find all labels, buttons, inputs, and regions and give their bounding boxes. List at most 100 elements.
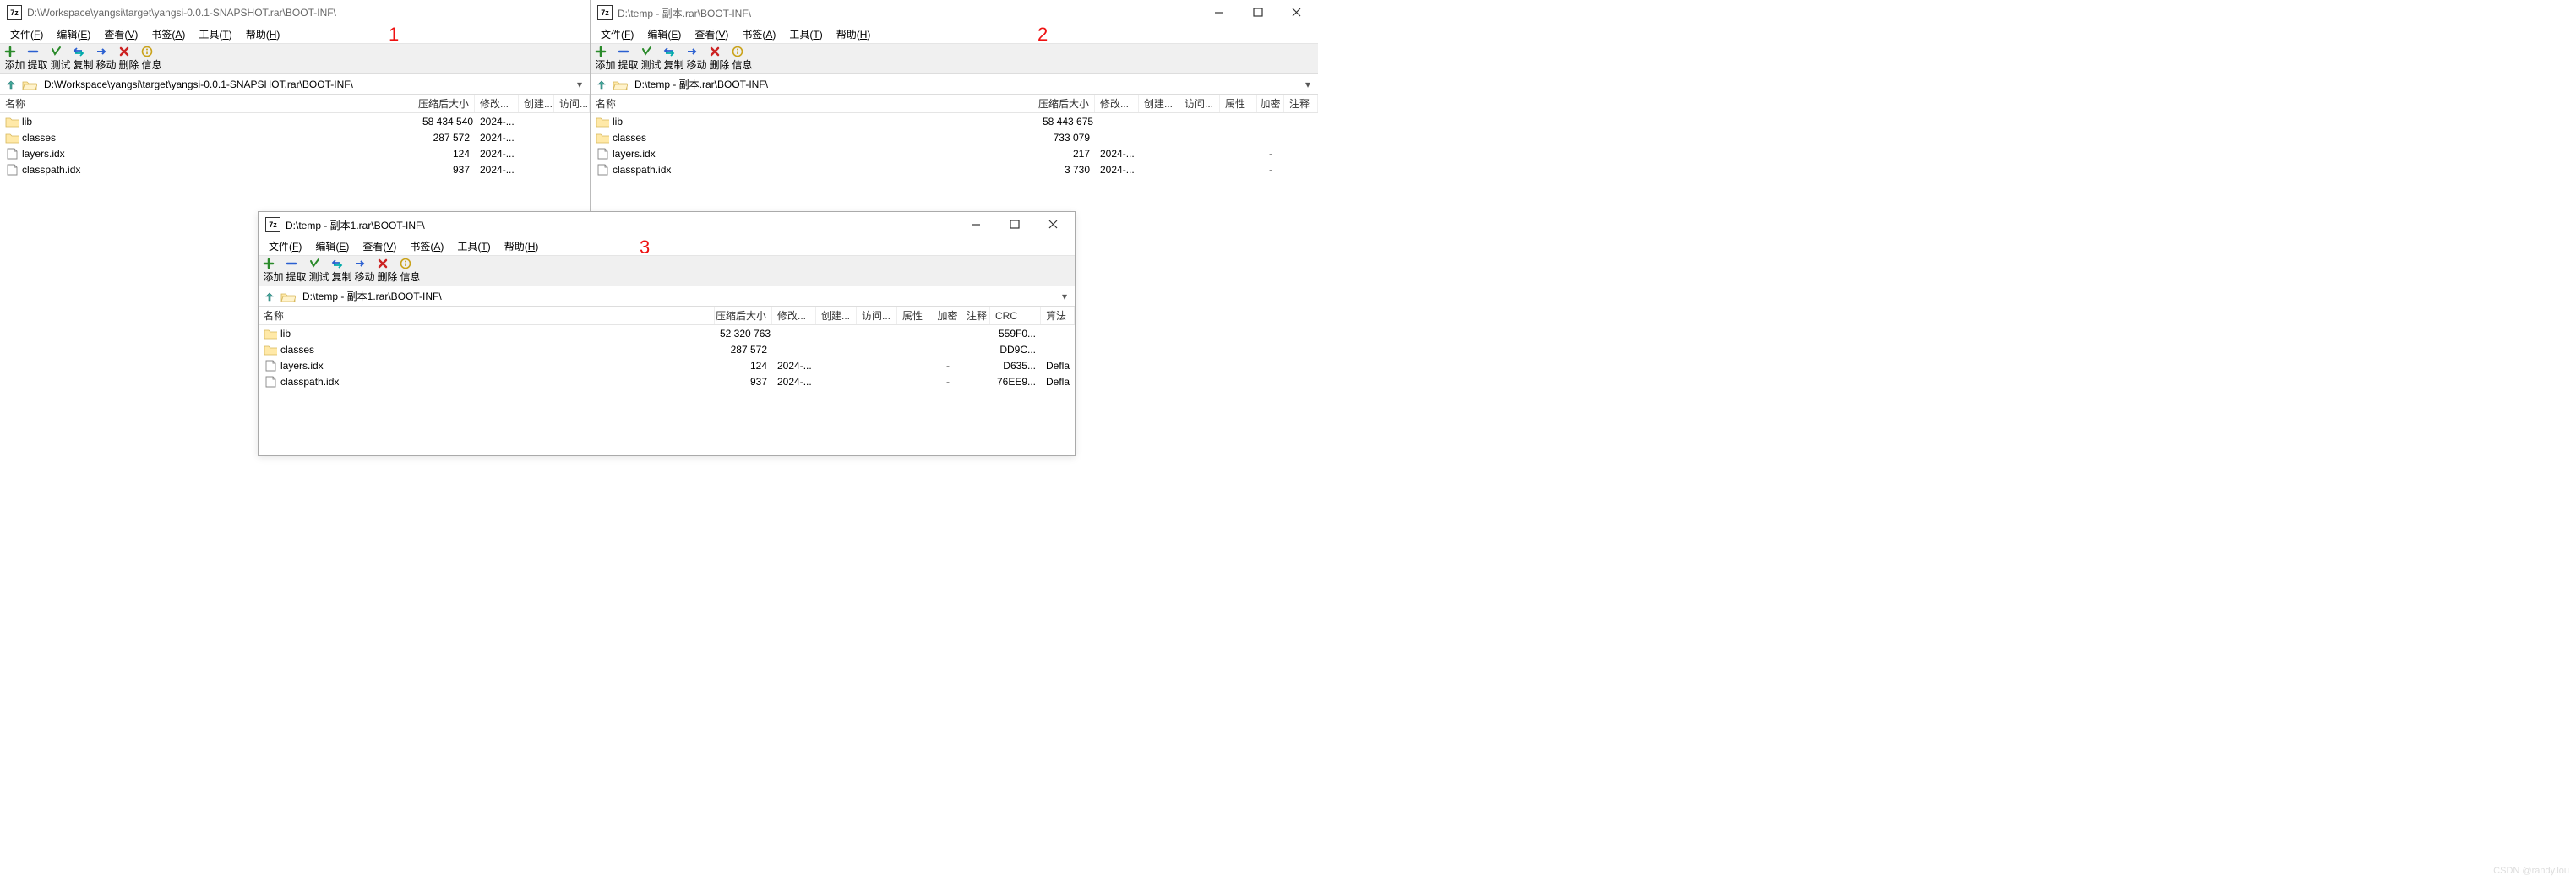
list-item[interactable]: lib58 443 675 xyxy=(591,113,1318,129)
col-header-name[interactable]: 名称 xyxy=(591,95,1037,112)
add-icon[interactable] xyxy=(3,46,17,57)
delete-icon[interactable] xyxy=(376,258,389,269)
list-item[interactable]: classes287 5722024-... xyxy=(0,129,590,145)
up-button[interactable] xyxy=(594,77,609,92)
list-item[interactable]: layers.idx2172024-...- xyxy=(591,145,1318,161)
minimize-button[interactable] xyxy=(956,212,995,237)
list-item[interactable]: lib58 434 5402024-... xyxy=(0,113,590,129)
delete-icon[interactable] xyxy=(117,46,131,57)
add-icon[interactable] xyxy=(262,258,275,269)
test-icon[interactable] xyxy=(640,46,653,57)
col-header-name[interactable]: 名称 xyxy=(0,95,417,112)
titlebar[interactable]: 7z D:\temp - 副本.rar\BOOT-INF\ xyxy=(591,0,1318,25)
menu-e[interactable]: 编辑(E) xyxy=(308,237,356,255)
menu-h[interactable]: 帮助(H) xyxy=(498,237,546,255)
address-path[interactable]: D:\temp - 副本1.rar\BOOT-INF\ xyxy=(299,289,1054,303)
extract-icon[interactable] xyxy=(285,258,298,269)
info-icon[interactable] xyxy=(399,258,412,269)
list-item[interactable]: classes733 079 xyxy=(591,129,1318,145)
delete-icon[interactable] xyxy=(708,46,722,57)
menu-t[interactable]: 工具(T) xyxy=(192,25,238,43)
toolbar-extract-label[interactable]: 提取 xyxy=(26,57,49,72)
col-header-size[interactable]: 压缩后大小 xyxy=(417,95,475,112)
move-icon[interactable] xyxy=(685,46,699,57)
address-path[interactable]: D:\temp - 副本.rar\BOOT-INF\ xyxy=(631,77,1298,91)
test-icon[interactable] xyxy=(308,258,321,269)
test-icon[interactable] xyxy=(49,46,63,57)
list-item[interactable]: classpath.idx9372024-... xyxy=(0,161,590,177)
menu-h[interactable]: 帮助(H) xyxy=(830,25,878,43)
toolbar-add-label[interactable]: 添加 xyxy=(594,57,617,72)
menu-e[interactable]: 编辑(E) xyxy=(50,25,97,43)
info-icon[interactable] xyxy=(140,46,154,57)
col-header-size[interactable]: 压缩后大小 xyxy=(715,307,772,324)
toolbar-test-label[interactable]: 测试 xyxy=(49,57,72,72)
toolbar-test-label[interactable]: 测试 xyxy=(308,269,330,284)
info-icon[interactable] xyxy=(731,46,744,57)
copy-icon[interactable] xyxy=(330,258,344,269)
titlebar[interactable]: 7z D:\temp - 副本1.rar\BOOT-INF\ xyxy=(259,212,1075,237)
address-dropdown[interactable]: ▾ xyxy=(1058,291,1071,302)
move-icon[interactable] xyxy=(95,46,108,57)
toolbar-copy-label[interactable]: 复制 xyxy=(72,57,95,72)
toolbar-add-label[interactable]: 添加 xyxy=(3,57,26,72)
col-header-enc[interactable]: 加密 xyxy=(1257,95,1284,112)
toolbar-copy-label[interactable]: 复制 xyxy=(662,57,685,72)
toolbar-move-label[interactable]: 移动 xyxy=(685,57,708,72)
toolbar-info-label[interactable]: 信息 xyxy=(731,57,754,72)
list-item[interactable]: classpath.idx3 7302024-...- xyxy=(591,161,1318,177)
toolbar-copy-label[interactable]: 复制 xyxy=(330,269,353,284)
col-header-note[interactable]: 注释 xyxy=(1284,95,1318,112)
menu-a[interactable]: 书签(A) xyxy=(735,25,782,43)
col-header-mod[interactable]: 修改... xyxy=(1095,95,1139,112)
list-item[interactable]: layers.idx1242024-...-D635...Defla xyxy=(259,357,1075,373)
col-header-created[interactable]: 创建... xyxy=(816,307,857,324)
col-header-attr[interactable]: 属性 xyxy=(1220,95,1257,112)
close-button[interactable] xyxy=(1034,212,1073,237)
col-header-access[interactable]: 访问... xyxy=(857,307,897,324)
menu-e[interactable]: 编辑(E) xyxy=(640,25,688,43)
menu-f[interactable]: 文件(F) xyxy=(3,25,50,43)
toolbar-extract-label[interactable]: 提取 xyxy=(617,57,640,72)
menu-h[interactable]: 帮助(H) xyxy=(239,25,287,43)
extract-icon[interactable] xyxy=(26,46,40,57)
col-header-access[interactable]: 访问... xyxy=(554,95,590,112)
menu-v[interactable]: 查看(V) xyxy=(97,25,144,43)
menu-a[interactable]: 书签(A) xyxy=(403,237,450,255)
extract-icon[interactable] xyxy=(617,46,630,57)
menu-t[interactable]: 工具(T) xyxy=(782,25,829,43)
toolbar-move-label[interactable]: 移动 xyxy=(95,57,117,72)
toolbar-delete-label[interactable]: 删除 xyxy=(376,269,399,284)
menu-v[interactable]: 查看(V) xyxy=(356,237,403,255)
menu-t[interactable]: 工具(T) xyxy=(450,237,497,255)
maximize-button[interactable] xyxy=(1239,0,1277,25)
col-header-created[interactable]: 创建... xyxy=(519,95,554,112)
address-dropdown[interactable]: ▾ xyxy=(573,79,586,90)
menu-v[interactable]: 查看(V) xyxy=(688,25,735,43)
col-header-enc[interactable]: 加密 xyxy=(934,307,961,324)
copy-icon[interactable] xyxy=(72,46,85,57)
list-item[interactable]: layers.idx1242024-... xyxy=(0,145,590,161)
toolbar-move-label[interactable]: 移动 xyxy=(353,269,376,284)
up-button[interactable] xyxy=(3,77,19,92)
toolbar-extract-label[interactable]: 提取 xyxy=(285,269,308,284)
move-icon[interactable] xyxy=(353,258,367,269)
col-header-name[interactable]: 名称 xyxy=(259,307,715,324)
toolbar-info-label[interactable]: 信息 xyxy=(140,57,163,72)
list-item[interactable]: lib52 320 763559F0... xyxy=(259,325,1075,341)
up-button[interactable] xyxy=(262,289,277,304)
menu-a[interactable]: 书签(A) xyxy=(144,25,192,43)
col-header-created[interactable]: 创建... xyxy=(1139,95,1179,112)
col-header-mod[interactable]: 修改... xyxy=(772,307,816,324)
toolbar-test-label[interactable]: 测试 xyxy=(640,57,662,72)
col-header-attr[interactable]: 属性 xyxy=(897,307,934,324)
toolbar-delete-label[interactable]: 删除 xyxy=(708,57,731,72)
address-dropdown[interactable]: ▾ xyxy=(1301,79,1315,90)
copy-icon[interactable] xyxy=(662,46,676,57)
col-header-size[interactable]: 压缩后大小 xyxy=(1037,95,1095,112)
toolbar-delete-label[interactable]: 删除 xyxy=(117,57,140,72)
toolbar-info-label[interactable]: 信息 xyxy=(399,269,422,284)
close-button[interactable] xyxy=(1277,0,1316,25)
minimize-button[interactable] xyxy=(1200,0,1239,25)
maximize-button[interactable] xyxy=(995,212,1034,237)
